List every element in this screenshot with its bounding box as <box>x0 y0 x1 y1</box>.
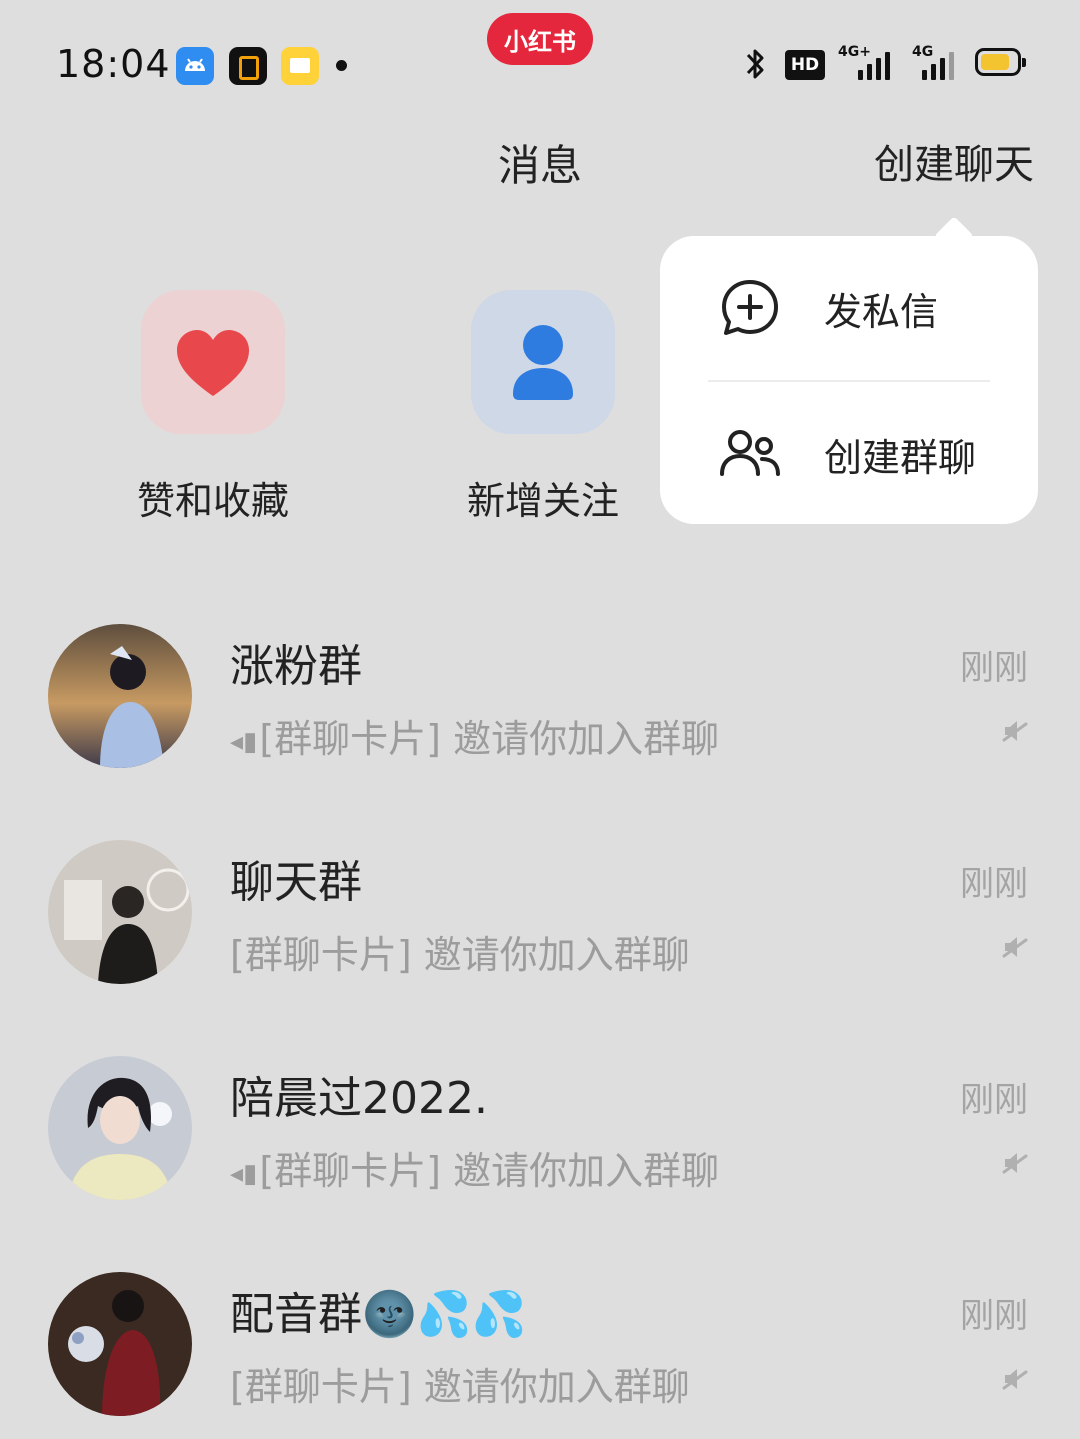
conversation-time: 刚刚 <box>960 1296 1028 1336</box>
status-bar: 18:04 小红书 HD 4G+ 4G <box>0 0 1080 130</box>
android-icon <box>176 47 214 85</box>
new-followers-entry[interactable]: 新增关注 <box>433 290 653 525</box>
send-private-message-option[interactable]: 发私信 <box>660 238 1038 378</box>
create-group-chat-option[interactable]: 创建群聊 <box>660 384 1038 524</box>
preview-text: [群聊卡片] 邀请你加入群聊 <box>259 1149 720 1193</box>
conversation-time: 刚刚 <box>960 864 1028 904</box>
bluetooth-icon <box>740 46 770 90</box>
conversation-name: 配音群🌚💦💦 <box>230 1289 527 1340</box>
mute-icon <box>1002 718 1028 744</box>
conversation-time: 刚刚 <box>960 1080 1028 1120</box>
send-private-message-label: 发私信 <box>824 289 939 334</box>
likes-collections-entry[interactable]: 赞和收藏 <box>103 290 323 525</box>
book-app-icon <box>281 47 319 85</box>
avatar <box>48 624 192 768</box>
avatar <box>48 840 192 984</box>
hd-voice-icon: HD <box>785 50 825 80</box>
signal-icon-2: 4G <box>912 44 972 82</box>
conversation-name: 涨粉群 <box>230 641 362 692</box>
preview-text: [群聊卡片] 邀请你加入群聊 <box>230 933 690 977</box>
conversation-item[interactable]: 聊天群 刚刚 [群聊卡片] 邀请你加入群聊 <box>0 840 1080 1040</box>
add-message-icon <box>718 276 782 340</box>
mute-icon <box>1002 1366 1028 1392</box>
avatar <box>48 1272 192 1416</box>
o-app-icon <box>229 47 267 85</box>
conversation-time: 刚刚 <box>960 648 1028 688</box>
new-followers-label: 新增关注 <box>466 479 619 523</box>
mute-icon <box>1002 934 1028 960</box>
create-chat-button[interactable]: 创建聊天 <box>874 132 1034 190</box>
conversation-preview: ◂▮[群聊卡片] 邀请你加入群聊 <box>230 708 719 763</box>
conversation-item[interactable]: 陪晨过2022. 刚刚 ◂▮[群聊卡片] 邀请你加入群聊 <box>0 1056 1080 1256</box>
likes-collections-label: 赞和收藏 <box>136 479 289 523</box>
reply-arrow-icon: ◂▮ <box>230 1158 258 1189</box>
brand-badge: 小红书 <box>487 13 593 65</box>
status-time: 18:04 <box>56 42 171 86</box>
messages-page: 18:04 小红书 HD 4G+ 4G 消息 创建聊天 赞和收藏 新增关注 发私… <box>0 0 1080 1439</box>
avatar <box>48 1056 192 1200</box>
person-icon <box>471 290 615 434</box>
battery-icon <box>975 48 1026 76</box>
conversation-item[interactable]: 涨粉群 刚刚 ◂▮[群聊卡片] 邀请你加入群聊 <box>0 624 1080 824</box>
create-chat-popover: 发私信 创建群聊 <box>660 236 1038 524</box>
conversation-item[interactable]: 配音群🌚💦💦 刚刚 [群聊卡片] 邀请你加入群聊 <box>0 1272 1080 1439</box>
preview-text: [群聊卡片] 邀请你加入群聊 <box>230 1365 690 1409</box>
conversation-preview: ◂▮[群聊卡片] 邀请你加入群聊 <box>230 1140 719 1195</box>
mute-icon <box>1002 1150 1028 1176</box>
preview-text: [群聊卡片] 邀请你加入群聊 <box>259 717 720 761</box>
group-icon <box>718 422 782 486</box>
reply-arrow-icon: ◂▮ <box>230 726 258 757</box>
popover-divider <box>708 380 990 382</box>
create-group-chat-label: 创建群聊 <box>824 435 977 480</box>
notification-dot <box>336 60 347 71</box>
network-type-1: 4G+ <box>838 44 871 60</box>
heart-icon <box>141 290 285 434</box>
network-type-2: 4G <box>912 44 934 60</box>
conversation-preview: [群聊卡片] 邀请你加入群聊 <box>230 924 690 979</box>
signal-icon: 4G+ <box>838 44 898 82</box>
conversation-name: 陪晨过2022. <box>230 1073 488 1124</box>
conversation-preview: [群聊卡片] 邀请你加入群聊 <box>230 1356 690 1411</box>
hd-label: HD <box>790 55 820 75</box>
conversation-name: 聊天群 <box>230 857 362 908</box>
